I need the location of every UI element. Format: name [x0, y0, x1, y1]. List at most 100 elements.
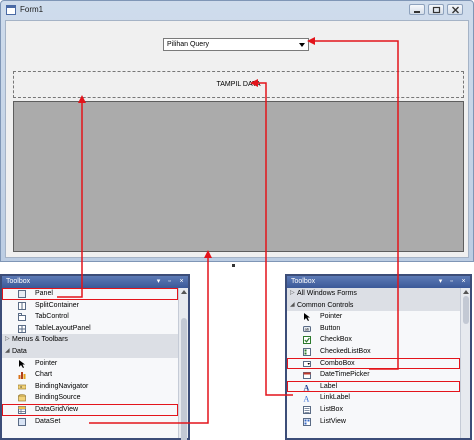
listbox-icon	[303, 405, 311, 414]
toolbox-item-label: TableLayoutPanel	[35, 324, 91, 332]
svg-text:ab: ab	[305, 326, 310, 331]
category-common-controls[interactable]: ◢ Common Controls	[287, 299, 460, 312]
toolbox-item-label: Chart	[35, 371, 53, 379]
toolbox-left-title: Toolbox	[6, 278, 31, 285]
toolbox-item-tabcontrol[interactable]: TabControl	[2, 311, 178, 323]
toolbox-item-label: ListBox	[320, 405, 343, 413]
toolbox-item-pointer[interactable]: Pointer	[2, 358, 178, 370]
scroll-up-icon[interactable]	[181, 289, 187, 294]
toolbox-item-panel[interactable]: Panel	[2, 288, 178, 300]
toolbox-item-checkedlistbox[interactable]: CheckedListBox	[287, 346, 460, 358]
toolbox-item-label: Data	[12, 347, 27, 355]
collapse-icon[interactable]: ◢	[5, 346, 10, 358]
chevron-down-icon[interactable]	[299, 43, 305, 47]
pointer-icon	[304, 313, 310, 322]
scrollbar-thumb[interactable]	[181, 318, 187, 440]
toolbox-right-title: Toolbox	[291, 278, 316, 285]
toolbox-item-label: SplitContainer	[35, 301, 79, 309]
minimize-button[interactable]	[409, 4, 425, 15]
toolbox-item-label: DateTimePicker	[320, 371, 370, 379]
toolbox-item-pointer[interactable]: Pointer	[287, 311, 460, 323]
minimize-icon	[414, 11, 420, 13]
toolbox-item-label: Label	[320, 382, 338, 390]
toolbox-item-listview[interactable]: ListView	[287, 416, 460, 428]
close-button[interactable]	[447, 4, 463, 15]
category-all-windows-forms[interactable]: ▷ All Windows Forms	[287, 288, 460, 300]
toolbox-item-label: CheckBox	[320, 336, 352, 344]
maximize-button[interactable]	[428, 4, 444, 15]
pin-icon[interactable]: ▫	[447, 277, 456, 286]
form-window: Form1 Pilihan Query TAMPIL DATA	[0, 0, 474, 262]
datagridview[interactable]	[13, 101, 464, 252]
toolbox-right-list: ▷ All Windows Forms ◢ Common Controls Pointe…	[287, 288, 460, 438]
chart-icon	[18, 372, 26, 380]
toolbox-item-linklabel[interactable]: A LinkLabel	[287, 392, 460, 404]
toolbox-item-chart[interactable]: Chart	[2, 369, 178, 381]
toolbox-item-bindingnavigator[interactable]: BindingNavigator	[2, 381, 178, 393]
listview-icon	[303, 417, 311, 426]
toolbox-item-button[interactable]: ab Button	[287, 323, 460, 335]
form-client-area: Pilihan Query TAMPIL DATA	[5, 20, 469, 258]
toolbox-item-combobox[interactable]: ComboBox	[287, 357, 460, 370]
combobox-icon	[303, 360, 311, 367]
toolbox-right-scrollbar[interactable]	[460, 288, 470, 438]
form-titlebar[interactable]: Form1	[1, 1, 473, 19]
toolbox-item-bindingsource[interactable]: BindingSource	[2, 392, 178, 404]
maximize-icon	[432, 6, 441, 14]
toolbox-item-label: ComboBox	[320, 359, 355, 367]
panel-icon	[18, 290, 26, 298]
toolbox-item-label: DataSet	[35, 417, 61, 425]
pin-icon[interactable]: ▫	[165, 277, 174, 286]
toolbox-item-label: Pointer	[35, 359, 58, 367]
linklabel-icon: A	[304, 395, 310, 403]
toolbox-right-titlebar: Toolbox ▾ ▫ ×	[287, 276, 470, 288]
datetimepicker-icon	[303, 372, 311, 380]
toolbox-item-datetimepicker[interactable]: DateTimePicker	[287, 369, 460, 381]
checkbox-icon	[303, 336, 311, 345]
svg-text:A: A	[304, 395, 310, 403]
toolbox-item-dataset[interactable]: DataSet	[2, 416, 178, 428]
category-menus-toolbars[interactable]: ▷ Menus & Toolbars	[2, 334, 178, 346]
form-title: Form1	[20, 5, 44, 14]
scrollbar-thumb[interactable]	[463, 296, 469, 324]
toolbox-item-label: BindingNavigator	[35, 382, 89, 390]
toolbox-left: Toolbox ▾ ▫ × Panel SplitContainer TabCont…	[0, 274, 190, 440]
form-icon	[6, 5, 16, 15]
toolbox-item-label: Common Controls	[297, 301, 354, 309]
toolbox-item-checkbox[interactable]: CheckBox	[287, 334, 460, 346]
toolbox-item-label: ListView	[320, 417, 346, 425]
toolbox-item-label: All Windows Forms	[297, 290, 357, 297]
resize-handle[interactable]	[232, 264, 235, 267]
dataset-icon	[18, 417, 26, 426]
toolbox-item-listbox[interactable]: ListBox	[287, 404, 460, 416]
toolbox-left-titlebar: Toolbox ▾ ▫ ×	[2, 276, 188, 288]
dropdown-icon[interactable]: ▾	[154, 277, 163, 286]
checkedlistbox-icon	[303, 347, 311, 356]
label-panel[interactable]: TAMPIL DATA	[13, 71, 464, 98]
toolbox-item-label: BindingSource	[35, 394, 81, 402]
toolbox-item-splitcontainer[interactable]: SplitContainer	[2, 300, 178, 312]
category-data[interactable]: ◢ Data	[2, 345, 178, 358]
toolbox-item-label: LinkLabel	[320, 394, 350, 402]
toolbox-left-scrollbar[interactable]	[178, 288, 188, 440]
bindingnavigator-icon	[18, 384, 26, 390]
dropdown-icon[interactable]: ▾	[436, 277, 445, 286]
toolbox-item-label: Panel	[35, 290, 53, 297]
toolbox-item-datagridview[interactable]: DataGridView	[2, 403, 178, 416]
toolbox-right: Toolbox ▾ ▫ × ▷ All Windows Forms ◢ Common …	[285, 274, 472, 440]
toolbox-item-tablelayoutpanel[interactable]: TableLayoutPanel	[2, 323, 178, 335]
close-icon[interactable]: ×	[177, 277, 186, 286]
toolbox-item-label: Button	[320, 324, 341, 332]
toolbox-left-list: Panel SplitContainer TabControl TableLayout…	[2, 288, 178, 438]
svg-text:A: A	[304, 383, 310, 391]
toolbox-item-label[interactable]: A Label	[287, 380, 460, 393]
pointer-icon	[19, 359, 25, 368]
expand-icon[interactable]: ▷	[290, 288, 295, 300]
expand-icon[interactable]: ▷	[5, 334, 10, 346]
scroll-up-icon[interactable]	[463, 289, 469, 294]
collapse-icon[interactable]: ◢	[290, 300, 295, 312]
close-icon[interactable]: ×	[459, 277, 468, 286]
tablelayoutpanel-icon	[18, 324, 26, 333]
combobox-text: Pilihan Query	[167, 41, 210, 48]
query-combobox[interactable]: Pilihan Query	[163, 38, 309, 51]
